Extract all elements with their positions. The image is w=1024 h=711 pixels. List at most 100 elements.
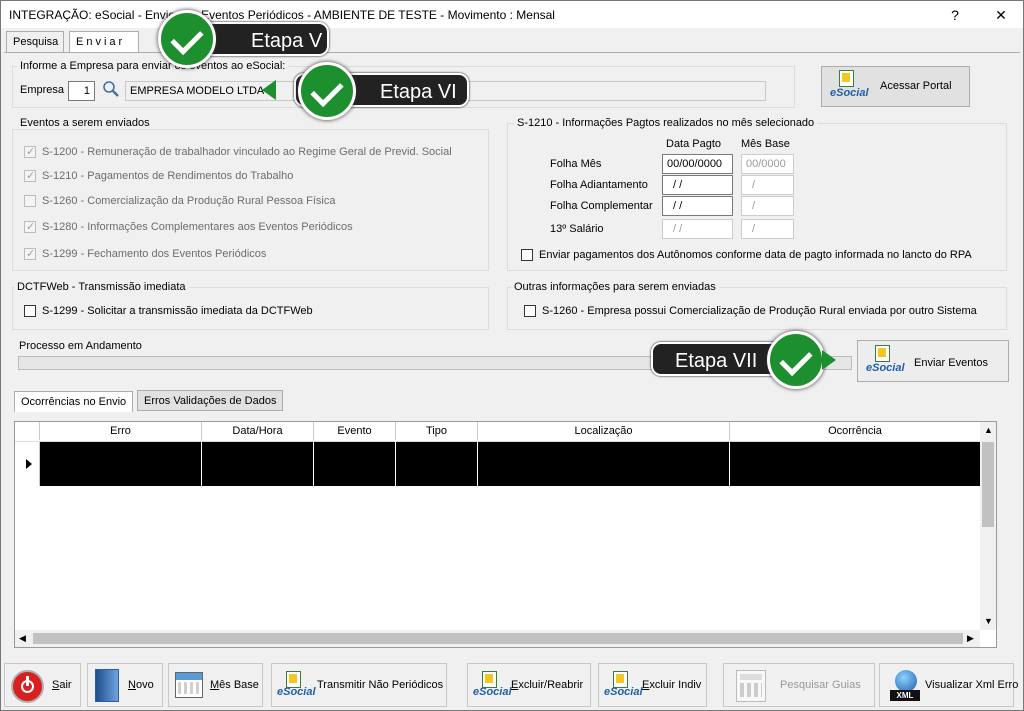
- horizontal-scroll-thumb[interactable]: [33, 633, 963, 644]
- autonomos-checkbox[interactable]: [521, 249, 533, 261]
- folha-complementar-mes-input: /: [741, 196, 794, 216]
- pesquisar-guias-button[interactable]: Pesquisar Guias: [723, 663, 875, 707]
- xml-globe-icon: XML: [890, 670, 920, 702]
- acessar-portal-button[interactable]: eSocial Acessar Portal: [821, 66, 970, 107]
- novo-button[interactable]: Novo: [87, 663, 163, 707]
- tab-erros-validacoes[interactable]: Erros Validações de Dados: [137, 390, 284, 411]
- acessar-portal-label: Acessar Portal: [880, 80, 952, 92]
- calculator-icon: [736, 670, 766, 702]
- new-document-icon: [95, 669, 119, 702]
- scroll-up-icon[interactable]: ▲: [984, 425, 993, 435]
- event-checkbox-s1280[interactable]: [24, 220, 36, 233]
- col-ocorrencia[interactable]: Ocorrência: [730, 422, 980, 440]
- col-evento[interactable]: Evento: [314, 422, 396, 440]
- horizontal-scrollbar[interactable]: ◀ ▶: [15, 630, 980, 647]
- scroll-left-icon[interactable]: ◀: [19, 633, 26, 644]
- empresa-label: Empresa: [20, 84, 65, 96]
- row-indicator: [15, 442, 40, 486]
- decimo-terceiro-mes-input: /: [741, 219, 794, 239]
- esocial-icon: eSocial: [277, 671, 316, 701]
- mes-base-label: Mês Base: [210, 679, 259, 691]
- outras-group-label: Outras informações para serem enviadas: [511, 281, 719, 293]
- tab-divider: [4, 52, 1020, 53]
- scroll-down-icon[interactable]: ▼: [984, 616, 993, 626]
- eventos-group-label: Eventos a serem enviados: [17, 117, 153, 129]
- calendar-icon: [175, 672, 203, 698]
- window-title: INTEGRAÇÃO: eSocial - Envio dos Eventos …: [9, 8, 555, 22]
- folha-adiantamento-mes-input: /: [741, 175, 794, 195]
- mes-base-button[interactable]: Mês Base: [168, 663, 263, 707]
- dctf-label: S-1299 - Solicitar a transmissão imediat…: [42, 305, 313, 317]
- grid-header: Erro Data/Hora Evento Tipo Localização O…: [15, 422, 980, 442]
- tab-ocorrencias[interactable]: Ocorrências no Envio: [14, 391, 134, 412]
- excluir-reabrir-label: Excluir/Reabrir: [511, 679, 584, 691]
- folha-adiantamento-data-input[interactable]: / /: [662, 175, 733, 195]
- enviar-eventos-button[interactable]: eSocial Enviar Eventos: [857, 340, 1009, 382]
- mes-base-header: Mês Base: [741, 138, 790, 150]
- sair-button[interactable]: Sair: [4, 663, 81, 707]
- event-label-s1210: S-1210 - Pagamentos de Rendimentos do Tr…: [42, 170, 294, 182]
- visualizar-xml-label: Visualizar Xml Erro: [925, 679, 1019, 691]
- empresa-code-input[interactable]: 1: [68, 81, 95, 101]
- autonomos-label: Enviar pagamentos dos Autônomos conforme…: [539, 249, 972, 261]
- folha-complementar-data-input[interactable]: / /: [662, 196, 733, 216]
- tab-pesquisa[interactable]: Pesquisa: [6, 31, 64, 53]
- esocial-icon: eSocial: [604, 671, 643, 701]
- folha-mes-label: Folha Mês: [550, 158, 602, 170]
- col-data-hora[interactable]: Data/Hora: [202, 422, 314, 440]
- col-tipo[interactable]: Tipo: [396, 422, 478, 440]
- sair-label: Sair: [52, 679, 72, 691]
- empresa-group-label: Informe a Empresa para enviar os eventos…: [17, 60, 289, 72]
- visualizar-xml-button[interactable]: XML Visualizar Xml Erro: [879, 663, 1018, 707]
- data-pagto-header: Data Pagto: [666, 138, 722, 150]
- event-label-s1260: S-1260 - Comercialização da Produção Rur…: [42, 195, 336, 207]
- col-erro[interactable]: Erro: [40, 422, 202, 440]
- decimo-terceiro-label: 13º Salário: [550, 223, 604, 235]
- excluir-reabrir-button[interactable]: eSocial Excluir/Reabrir: [467, 663, 591, 707]
- power-icon: [11, 670, 44, 703]
- esocial-icon: eSocial: [830, 70, 869, 100]
- s1210-group-label: S-1210 - Informações Pagtos realizados n…: [514, 117, 818, 129]
- excluir-indiv-label: Excluir Indiv: [642, 679, 702, 691]
- folha-mes-mes-input: 00/0000: [741, 154, 794, 174]
- pointer-icon: [262, 80, 276, 100]
- event-checkbox-s1200[interactable]: [24, 145, 36, 158]
- decimo-terceiro-data-input: / /: [662, 219, 733, 239]
- dctf-group-label: DCTFWeb - Transmissão imediata: [14, 281, 189, 293]
- dctf-checkbox[interactable]: [24, 305, 36, 317]
- help-button[interactable]: ?: [943, 5, 967, 25]
- event-checkbox-s1210[interactable]: [24, 169, 36, 182]
- event-label-s1299: S-1299 - Fechamento dos Eventos Periódic…: [42, 248, 267, 260]
- folha-mes-data-input[interactable]: 00/00/0000: [662, 154, 733, 174]
- event-label-s1200: S-1200 - Remuneração de trabalhador vinc…: [42, 146, 452, 158]
- title-bar: INTEGRAÇÃO: eSocial - Envio dos Eventos …: [0, 0, 1024, 28]
- esocial-icon: eSocial: [473, 671, 512, 701]
- event-checkbox-s1299[interactable]: [24, 247, 36, 260]
- pointer-icon: [822, 350, 836, 370]
- transmitir-button[interactable]: eSocial Transmitir Não Periódicos: [271, 663, 447, 707]
- check-icon: [298, 62, 356, 120]
- novo-label: Novo: [128, 679, 154, 691]
- search-icon[interactable]: [102, 80, 120, 98]
- outras-checkbox[interactable]: [524, 305, 536, 317]
- processo-label: Processo em Andamento: [19, 340, 142, 352]
- tab-enviar[interactable]: Enviar: [69, 31, 139, 53]
- vertical-scrollbar[interactable]: ▲ ▼: [980, 422, 996, 630]
- event-label-s1280: S-1280 - Informações Complementares aos …: [42, 221, 353, 233]
- ocorrencias-grid[interactable]: Erro Data/Hora Evento Tipo Localização O…: [14, 421, 997, 648]
- close-button[interactable]: ✕: [989, 5, 1013, 25]
- check-icon: [767, 331, 825, 389]
- vertical-scroll-thumb[interactable]: [982, 442, 994, 527]
- excluir-indiv-button[interactable]: eSocial Excluir Indiv: [598, 663, 707, 707]
- esocial-icon: eSocial: [866, 345, 905, 375]
- pesquisar-guias-label: Pesquisar Guias: [780, 679, 861, 691]
- col-localizacao[interactable]: Localização: [478, 422, 730, 440]
- outras-label: S-1260 - Empresa possui Comercialização …: [542, 305, 977, 317]
- scroll-right-icon[interactable]: ▶: [967, 633, 974, 644]
- table-row[interactable]: [40, 442, 980, 486]
- event-checkbox-s1260[interactable]: [24, 195, 36, 207]
- folha-adiantamento-label: Folha Adiantamento: [550, 179, 648, 191]
- check-icon: [158, 10, 216, 68]
- folha-complementar-label: Folha Complementar: [550, 200, 653, 212]
- transmitir-label: Transmitir Não Periódicos: [317, 679, 444, 691]
